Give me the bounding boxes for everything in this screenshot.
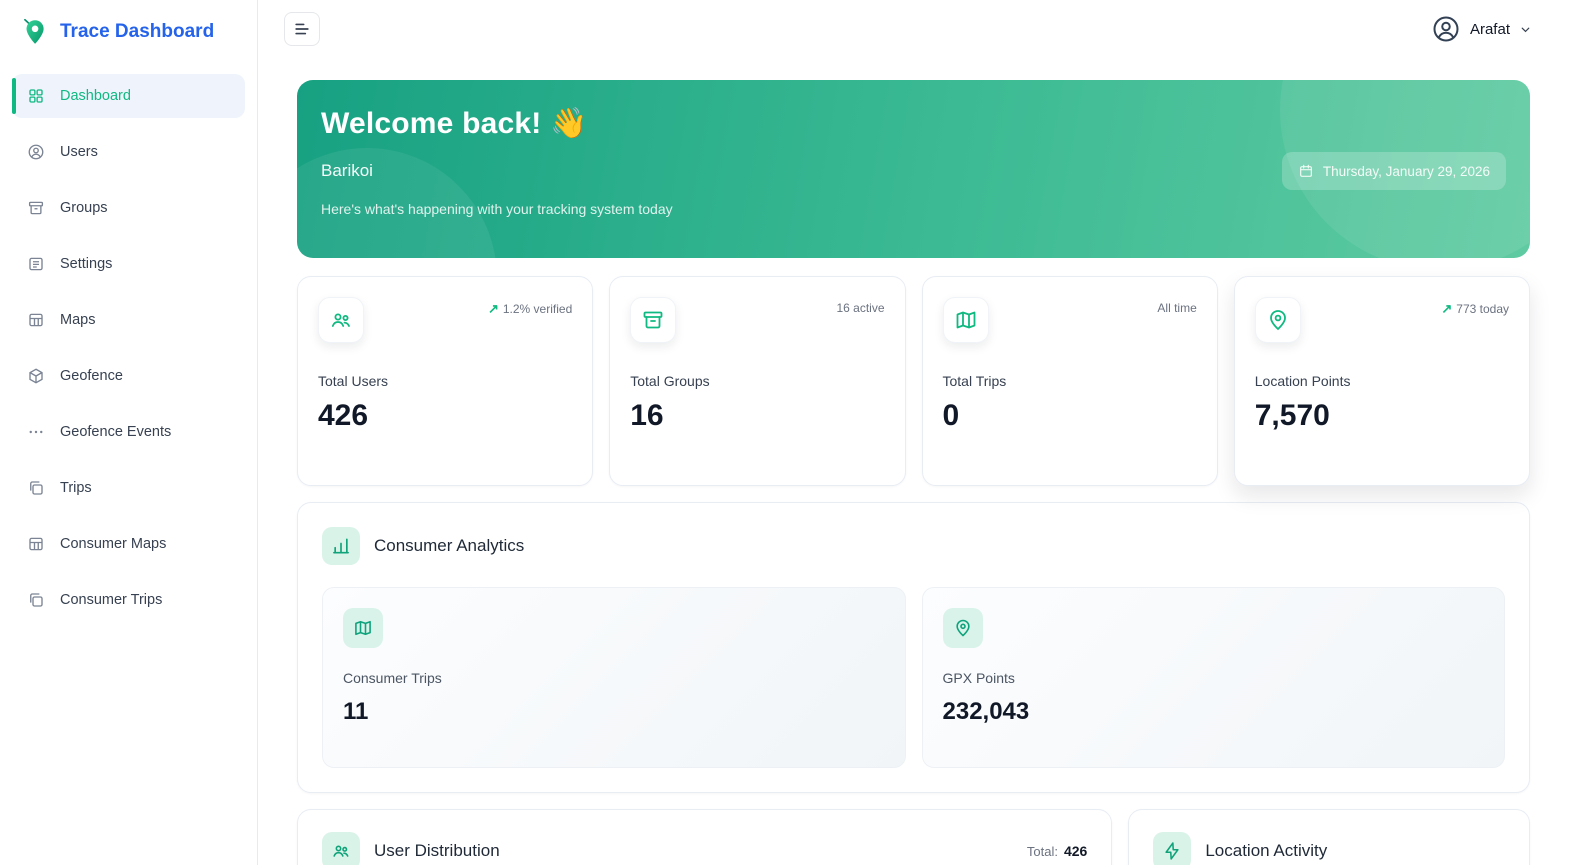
chevron-down-icon xyxy=(1519,23,1532,36)
sub-card-value: 232,043 xyxy=(942,698,1030,725)
sidebar-item-label: Geofence xyxy=(60,368,123,384)
app-logo: Trace Dashboard xyxy=(0,0,257,62)
stat-card-location-points[interactable]: ↗ 773 today Location Points 7,570 xyxy=(1233,276,1530,486)
users-group-icon xyxy=(318,297,364,343)
user-distribution-card: User Distribution Total: 426 xyxy=(297,809,1113,865)
stat-card-total-groups[interactable]: 16 active Total Groups 16 xyxy=(609,276,906,486)
ellipsis-icon xyxy=(26,422,46,442)
sidebar-item-label: Groups xyxy=(60,200,108,216)
map-pin-icon xyxy=(1254,297,1301,343)
logo-pin-icon xyxy=(18,16,50,48)
sidebar-item-consumer-trips[interactable]: Consumer Trips xyxy=(12,578,245,622)
stat-label: Total Groups xyxy=(630,373,710,389)
sidebar: Trace Dashboard Dashboard Users Groups S… xyxy=(0,0,258,865)
dashboard-content: Welcome back! 👋 Barikoi Here's what's ha… xyxy=(258,58,1582,865)
user-circle-icon xyxy=(26,142,46,162)
sidebar-item-label: Dashboard xyxy=(60,88,131,104)
stat-badge: ↗ 773 today xyxy=(1441,301,1509,316)
lightning-bolt-icon xyxy=(1153,832,1192,865)
dashboard-grid-icon xyxy=(26,86,46,106)
hamburger-icon xyxy=(292,19,312,39)
sidebar-item-label: Trips xyxy=(60,480,92,496)
calendar-icon xyxy=(1298,163,1314,179)
stats-row: ↗ 1.2% verified Total Users 426 16 activ… xyxy=(297,276,1530,486)
archive-box-icon xyxy=(630,297,677,343)
date-badge: Thursday, January 29, 2026 xyxy=(1281,152,1506,190)
card-title: User Distribution xyxy=(374,841,500,860)
sidebar-item-trips[interactable]: Trips xyxy=(12,466,245,510)
sub-card-value: 11 xyxy=(343,698,369,725)
sidebar-item-maps[interactable]: Maps xyxy=(12,298,245,342)
stat-label: Location Points xyxy=(1254,373,1351,389)
sidebar-item-geofence-events[interactable]: Geofence Events xyxy=(12,410,245,454)
table-grid-icon xyxy=(26,534,46,554)
bottom-row: User Distribution Total: 426 Location Ac… xyxy=(297,809,1530,865)
welcome-title: Welcome back! 👋 xyxy=(321,107,588,140)
topbar: Arafat xyxy=(258,0,1582,58)
sub-card-label: Consumer Trips xyxy=(343,670,442,686)
trend-up-icon: ↗ xyxy=(1441,301,1453,316)
bar-chart-icon xyxy=(322,527,360,565)
sidebar-item-settings[interactable]: Settings xyxy=(12,242,245,286)
users-group-icon xyxy=(322,832,360,865)
stat-value: 426 xyxy=(318,399,369,432)
avatar-icon xyxy=(1431,14,1461,44)
sidebar-nav: Dashboard Users Groups Settings Maps Geo… xyxy=(0,62,257,646)
map-icon xyxy=(343,608,383,648)
sidebar-item-label: Maps xyxy=(60,312,96,328)
map-icon xyxy=(942,297,989,343)
stat-card-total-users[interactable]: ↗ 1.2% verified Total Users 426 xyxy=(297,276,594,486)
consumer-trips-card[interactable]: Consumer Trips 11 xyxy=(322,587,906,768)
welcome-subtitle: Here's what's happening with your tracki… xyxy=(321,201,673,217)
stat-label: Total Users xyxy=(318,373,389,389)
sidebar-item-label: Consumer Trips xyxy=(60,592,163,608)
stat-card-total-trips[interactable]: All time Total Trips 0 xyxy=(921,276,1218,486)
list-lines-icon xyxy=(26,254,46,274)
stat-label: Total Trips xyxy=(942,373,1007,389)
sidebar-item-label: Users xyxy=(60,144,98,160)
sidebar-item-groups[interactable]: Groups xyxy=(12,186,245,230)
stat-value: 7,570 xyxy=(1254,399,1330,432)
sub-card-label: GPX Points xyxy=(942,670,1015,686)
sidebar-item-users[interactable]: Users xyxy=(12,130,245,174)
stat-badge: 16 active xyxy=(836,301,885,315)
sidebar-toggle-button[interactable] xyxy=(284,12,320,46)
gpx-points-card[interactable]: GPX Points 232,043 xyxy=(921,587,1505,768)
stat-badge: All time xyxy=(1157,301,1197,315)
sidebar-item-dashboard[interactable]: Dashboard xyxy=(12,74,245,118)
date-text: Thursday, January 29, 2026 xyxy=(1322,163,1490,179)
location-activity-card: Location Activity xyxy=(1128,809,1530,865)
app-title: Trace Dashboard xyxy=(60,21,215,42)
total-users-summary: Total: 426 xyxy=(1026,843,1088,859)
cube-icon xyxy=(26,366,46,386)
sidebar-item-geofence[interactable]: Geofence xyxy=(12,354,245,398)
user-menu[interactable]: Arafat xyxy=(1431,14,1532,44)
main-area: Arafat Welcome back! 👋 Barikoi Here's wh… xyxy=(258,0,1582,865)
sidebar-item-label: Consumer Maps xyxy=(60,536,167,552)
copy-icon xyxy=(26,478,46,498)
table-grid-icon xyxy=(26,310,46,330)
stat-value: 0 xyxy=(942,399,960,432)
map-pin-icon xyxy=(942,608,983,648)
archive-box-icon xyxy=(26,198,46,218)
sidebar-item-consumer-maps[interactable]: Consumer Maps xyxy=(12,522,245,566)
trend-up-icon: ↗ xyxy=(487,301,499,316)
copy-icon xyxy=(26,590,46,610)
user-name: Arafat xyxy=(1469,20,1510,38)
stat-badge: ↗ 1.2% verified xyxy=(487,301,573,316)
card-title: Location Activity xyxy=(1205,841,1328,860)
sidebar-item-label: Geofence Events xyxy=(60,424,172,440)
welcome-banner: Welcome back! 👋 Barikoi Here's what's ha… xyxy=(297,80,1530,258)
consumer-analytics-panel: Consumer Analytics Consumer Trips 11 GPX… xyxy=(297,502,1530,793)
sidebar-item-label: Settings xyxy=(60,256,113,272)
panel-title: Consumer Analytics xyxy=(374,536,525,555)
stat-value: 16 xyxy=(630,399,664,432)
